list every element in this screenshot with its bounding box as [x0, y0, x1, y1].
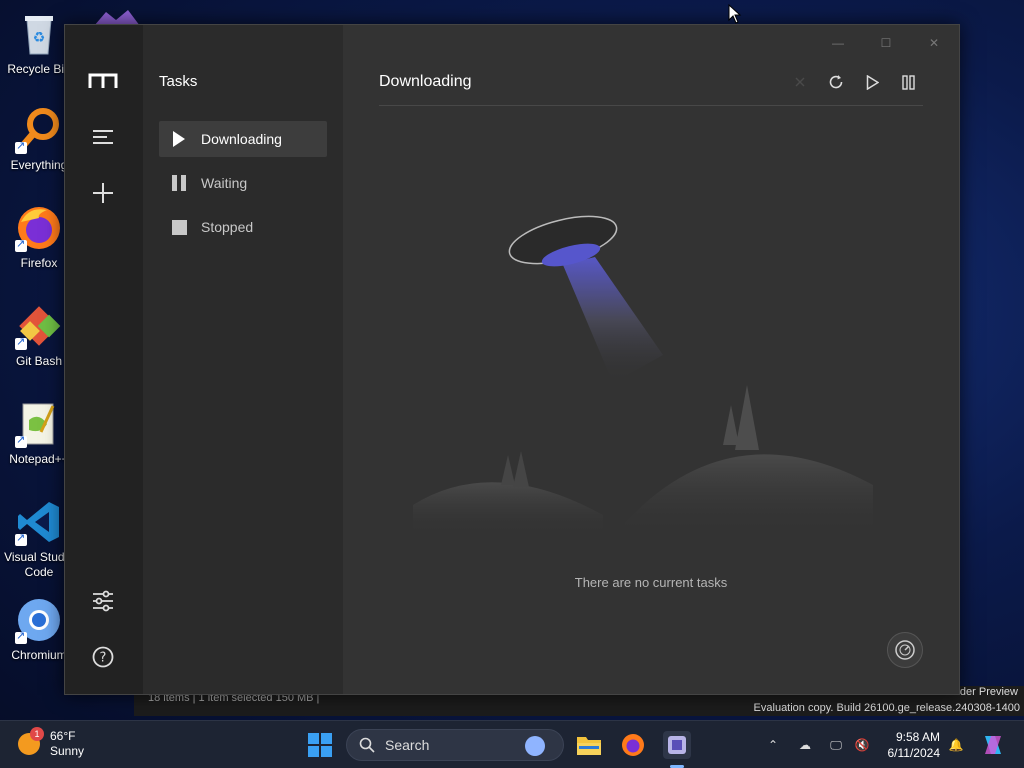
menu-icon [93, 130, 113, 144]
nav-item-waiting[interactable]: Waiting [159, 165, 327, 201]
taskbar-clock[interactable]: 9:58 AM 6/11/2024 [880, 729, 941, 761]
task-list-panel: — ☐ ✕ Downloading There are no current t… [343, 25, 959, 694]
page-title: Downloading [379, 73, 472, 90]
tray-overflow-button[interactable]: ⌃ [763, 735, 783, 755]
help-icon: ? [92, 646, 114, 668]
pause-icon [171, 175, 187, 191]
header-divider [379, 105, 923, 106]
speaker-muted-icon: 🔇 [854, 738, 870, 752]
resume-all-button[interactable] [861, 71, 883, 93]
weather-condition: Sunny [50, 744, 85, 758]
start-button[interactable] [308, 733, 332, 757]
sliders-icon [93, 590, 113, 612]
clock-date: 6/11/2024 [887, 746, 941, 760]
magnifier-icon [15, 106, 63, 154]
plus-icon [93, 183, 113, 203]
speed-limit-button[interactable] [887, 632, 923, 668]
add-task-button[interactable] [86, 176, 120, 210]
tray-network[interactable]: 🖵 [826, 735, 846, 755]
nav-item-downloading[interactable]: Downloading [159, 121, 327, 157]
taskbar-search[interactable]: Search [346, 729, 564, 761]
refresh-icon [829, 75, 843, 89]
folder-icon [577, 737, 601, 755]
help-button[interactable]: ? [86, 640, 120, 674]
chevron-up-icon: ⌃ [767, 738, 779, 752]
taskbar-firefox[interactable] [619, 731, 647, 759]
notification-badge: 1 [30, 727, 44, 741]
sun-icon: 1 [18, 727, 44, 755]
left-rail: ? [65, 25, 143, 694]
nav-title: Tasks [159, 73, 198, 90]
close-icon [795, 77, 805, 87]
svg-text:♻: ♻ [33, 30, 46, 46]
motrix-app-icon [668, 736, 686, 754]
play-icon [171, 131, 187, 147]
delete-task-button[interactable] [789, 71, 811, 93]
close-icon: ✕ [928, 36, 940, 50]
tray-onedrive[interactable]: ☁ [795, 735, 815, 755]
mouse-cursor [728, 3, 742, 29]
empty-state-message: There are no current tasks [574, 575, 728, 590]
copilot-icon [985, 736, 1001, 754]
svg-text:?: ? [100, 651, 107, 666]
vscode-icon [15, 498, 63, 546]
pause-icon [901, 74, 915, 90]
git-icon [15, 302, 63, 350]
menu-button[interactable] [86, 120, 120, 154]
watermark-line-2: Evaluation copy. Build 26100.ge_release.… [753, 702, 1020, 714]
nav-item-stopped[interactable]: Stopped [159, 209, 327, 245]
tray-volume[interactable]: 🔇 [852, 735, 872, 755]
motrix-window: ? Tasks Downloading Waiting Stopped — ☐ … [64, 24, 960, 695]
refresh-button[interactable] [825, 71, 847, 93]
firefox-icon [15, 204, 63, 252]
preferences-button[interactable] [86, 584, 120, 618]
bell-icon: 🔔 [948, 738, 964, 752]
speedometer-icon [895, 640, 915, 660]
empty-state-illustration [413, 215, 873, 535]
clock-time: 9:58 AM [895, 730, 940, 744]
chromium-icon [15, 596, 63, 644]
task-nav: Tasks Downloading Waiting Stopped [143, 25, 343, 694]
monitor-icon: 🖵 [830, 737, 842, 752]
copilot-search-icon [525, 736, 545, 756]
weather-temp: 66°F [50, 729, 76, 743]
cloud-offline-icon: ☁ [799, 738, 811, 752]
nav-item-label: Stopped [201, 219, 254, 235]
copilot-button[interactable] [980, 735, 1006, 755]
search-icon [359, 737, 375, 753]
search-placeholder: Search [385, 737, 430, 753]
pause-all-button[interactable] [897, 71, 919, 93]
app-logo[interactable] [86, 64, 120, 98]
motrix-logo-icon [88, 73, 118, 88]
notepad-icon [15, 400, 63, 448]
windows-logo-icon [308, 733, 319, 744]
stop-icon [171, 219, 187, 235]
vs-icon [92, 6, 142, 26]
maximize-icon: ☐ [880, 36, 892, 50]
window-close-button[interactable]: ✕ [919, 31, 949, 55]
weather-widget[interactable]: 1 66°F Sunny [18, 727, 85, 759]
taskbar-file-explorer[interactable] [575, 731, 603, 759]
taskbar-motrix[interactable] [663, 731, 691, 759]
recycle-bin-icon: ♻ [15, 10, 63, 58]
notifications-button[interactable]: 🔔 [946, 735, 966, 755]
firefox-icon [622, 734, 644, 756]
taskbar: 1 66°F Sunny Search ⌃ ☁ 🖵 🔇 9:58 AM 6/11… [0, 720, 1024, 768]
maximize-button[interactable]: ☐ [871, 31, 901, 55]
nav-item-label: Downloading [201, 131, 282, 147]
play-icon [866, 74, 879, 90]
minimize-button[interactable]: — [823, 31, 853, 55]
nav-item-label: Waiting [201, 175, 248, 191]
minimize-icon: — [832, 36, 844, 50]
